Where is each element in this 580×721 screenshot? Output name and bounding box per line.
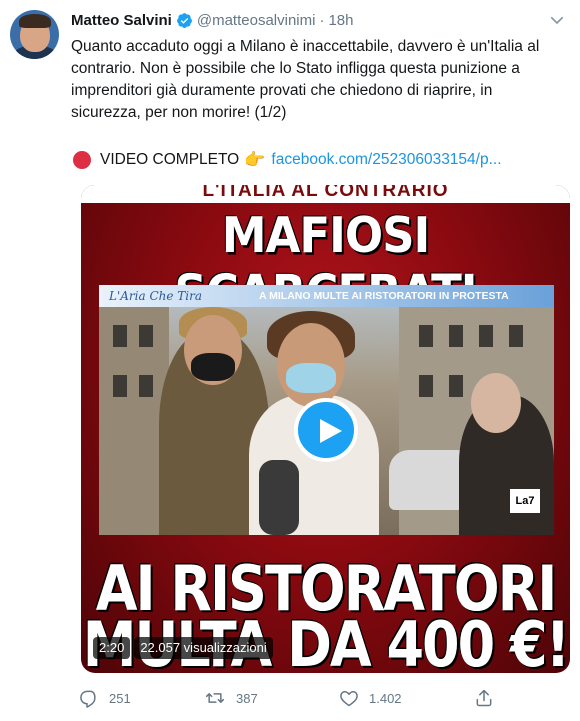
video-views: 22.057 visualizzazioni	[134, 637, 273, 659]
verified-badge-icon	[176, 12, 192, 28]
broadcast-lower-bar: L'Aria Che Tira A MILANO MULTE AI RISTOR…	[99, 285, 554, 307]
video-top-band: L'ITALIA AL CONTRARIO	[81, 185, 570, 203]
avatar[interactable]	[10, 10, 59, 59]
tweet-body: Quanto accaduto oggi a Milano è inaccett…	[71, 38, 540, 121]
play-icon	[320, 419, 342, 443]
facebook-link[interactable]: facebook.com/252306033154/p...	[271, 149, 501, 171]
retweet-count: 387	[236, 690, 258, 706]
play-button[interactable]	[294, 398, 358, 462]
retweet-button[interactable]: 387	[204, 686, 258, 710]
broadcast-brand: L'Aria Che Tira	[109, 289, 203, 303]
chevron-down-icon[interactable]	[548, 11, 566, 29]
video-link-line: VIDEO COMPLETO 👉 facebook.com/2523060331…	[71, 149, 571, 171]
reply-button[interactable]: 251	[79, 686, 131, 710]
video-player[interactable]: L'ITALIA AL CONTRARIO MAFIOSI SCARCERATI	[81, 185, 570, 673]
red-circle-icon	[73, 151, 91, 169]
reply-count: 251	[109, 690, 131, 706]
video-label: VIDEO COMPLETO	[100, 151, 240, 168]
share-icon	[476, 689, 492, 707]
heart-icon	[340, 691, 358, 707]
like-count: 1.402	[369, 690, 402, 706]
video-badges: 2:20 22.057 visualizzazioni	[93, 637, 273, 659]
broadcast-ticker: A MILANO MULTE AI RISTORATORI IN PROTEST…	[259, 290, 509, 302]
la7-logo-icon: La7	[510, 489, 540, 513]
separator-dot: ·	[319, 11, 325, 29]
pointing-hand-icon: 👉	[244, 150, 266, 169]
video-duration: 2:20	[93, 637, 131, 659]
like-button[interactable]: 1.402	[339, 686, 402, 710]
share-button[interactable]	[474, 686, 494, 710]
timestamp[interactable]: 18h	[328, 12, 353, 29]
retweet-icon	[205, 693, 225, 703]
tweet-text: Quanto accaduto oggi a Milano è inaccett…	[71, 36, 561, 124]
tweet-actions: 251 387 1.402	[79, 686, 559, 710]
reply-icon	[80, 690, 96, 708]
tweet: Matteo Salvini @matteosalvinimi · 18h Qu…	[0, 0, 580, 721]
tweet-header: Matteo Salvini @matteosalvinimi · 18h	[71, 10, 353, 30]
author-handle[interactable]: @matteosalvinimi	[197, 12, 316, 29]
author-name[interactable]: Matteo Salvini	[71, 12, 172, 29]
